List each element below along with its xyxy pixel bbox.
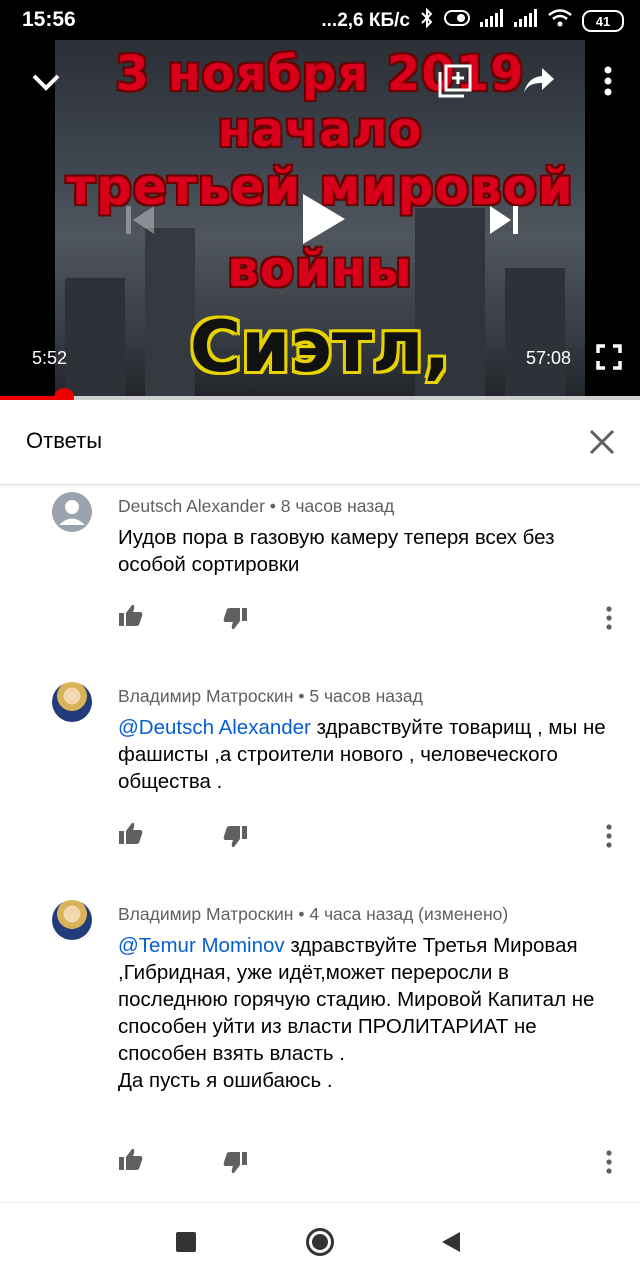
dislike-icon[interactable] bbox=[222, 606, 250, 634]
comment: Deutsch Alexander • 8 часов назад Иудов … bbox=[0, 484, 640, 674]
play-icon[interactable] bbox=[294, 188, 354, 250]
dislike-icon[interactable] bbox=[222, 1150, 250, 1178]
video-player[interactable]: 3 ноября 2019 начало третьей мировой вой… bbox=[0, 40, 640, 398]
collapse-chevron-icon[interactable] bbox=[28, 64, 64, 100]
battery-icon: 41 bbox=[582, 10, 624, 32]
system-nav-bar bbox=[0, 1202, 640, 1281]
comment-text: Иудов пора в газовую камеру теперя всех … bbox=[118, 524, 608, 578]
replies-title: Ответы bbox=[26, 428, 103, 453]
duration: 57:08 bbox=[526, 348, 572, 368]
home-circle-icon[interactable] bbox=[305, 1227, 335, 1257]
comment-meta: Владимир Матроскин • 4 часа назад (измен… bbox=[118, 904, 508, 925]
avatar[interactable] bbox=[52, 682, 92, 722]
thumbnail-line: 3 ноября 2019 bbox=[115, 46, 525, 102]
meta-separator: • bbox=[269, 496, 276, 516]
comment-more-icon[interactable] bbox=[606, 1150, 616, 1174]
comment-time: 4 часа назад (изменено) bbox=[309, 904, 509, 924]
network-speed: ...2,6 КБ/с bbox=[321, 10, 410, 31]
like-icon[interactable] bbox=[118, 820, 146, 848]
status-bar: 15:56 ...2,6 КБ/с 41 bbox=[0, 0, 640, 40]
meta-separator: • bbox=[298, 686, 305, 706]
comment-meta: Владимир Матроскин • 5 часов назад bbox=[118, 686, 423, 707]
comment-body-line: Да пусть я ошибаюсь . bbox=[118, 1069, 333, 1092]
more-vert-icon[interactable] bbox=[596, 62, 620, 100]
dislike-icon[interactable] bbox=[222, 824, 250, 852]
current-time: 5:52 bbox=[32, 348, 68, 368]
comment-body: Иудов пора в газовую камеру теперя всех … bbox=[118, 526, 555, 576]
comment-time: 5 часов назад bbox=[309, 686, 423, 706]
thumbnail-line: начало bbox=[217, 102, 423, 158]
close-icon[interactable] bbox=[586, 426, 618, 458]
meta-separator: • bbox=[298, 904, 305, 924]
like-icon[interactable] bbox=[118, 1146, 146, 1174]
fullscreen-icon[interactable] bbox=[594, 342, 624, 372]
signal-icon bbox=[514, 9, 538, 33]
wifi-icon bbox=[548, 9, 572, 33]
add-to-playlist-icon[interactable] bbox=[436, 62, 474, 100]
comment-text: @Deutsch Alexander здравствуйте товарищ … bbox=[118, 714, 608, 795]
comment-more-icon[interactable] bbox=[606, 824, 616, 848]
replies-header: Ответы bbox=[0, 400, 640, 485]
comment-mention[interactable]: @Deutsch Alexander bbox=[118, 716, 311, 739]
toggle-icon bbox=[444, 9, 470, 33]
back-triangle-icon[interactable] bbox=[440, 1231, 462, 1253]
comment-author[interactable]: Владимир Матроскин bbox=[118, 904, 293, 924]
bluetooth-icon bbox=[420, 7, 434, 34]
previous-icon bbox=[120, 200, 160, 240]
like-icon[interactable] bbox=[118, 602, 146, 630]
comment: Владимир Матроскин • 5 часов назад @Deut… bbox=[0, 674, 640, 890]
comment-time: 8 часов назад bbox=[280, 496, 395, 516]
signal-icon bbox=[480, 9, 504, 33]
comment-meta: Deutsch Alexander • 8 часов назад bbox=[118, 496, 394, 517]
comment-more-icon[interactable] bbox=[606, 606, 616, 630]
comment-author[interactable]: Deutsch Alexander bbox=[118, 496, 265, 516]
share-icon[interactable] bbox=[520, 62, 558, 100]
recents-square-icon[interactable] bbox=[176, 1232, 196, 1252]
avatar[interactable] bbox=[52, 492, 92, 532]
thumbnail-highlight: Сиэтл, США!! bbox=[189, 306, 451, 398]
status-time: 15:56 bbox=[22, 8, 76, 31]
comment: Владимир Матроскин • 4 часа назад (измен… bbox=[0, 892, 640, 1198]
next-icon[interactable] bbox=[484, 200, 524, 240]
comment-text: @Temur Mominov здравствуйте Третья Миров… bbox=[118, 932, 608, 1094]
comment-author[interactable]: Владимир Матроскин bbox=[118, 686, 293, 706]
comment-mention[interactable]: @Temur Mominov bbox=[118, 934, 285, 957]
status-icons: ...2,6 КБ/с 41 bbox=[321, 7, 624, 34]
avatar[interactable] bbox=[52, 900, 92, 940]
